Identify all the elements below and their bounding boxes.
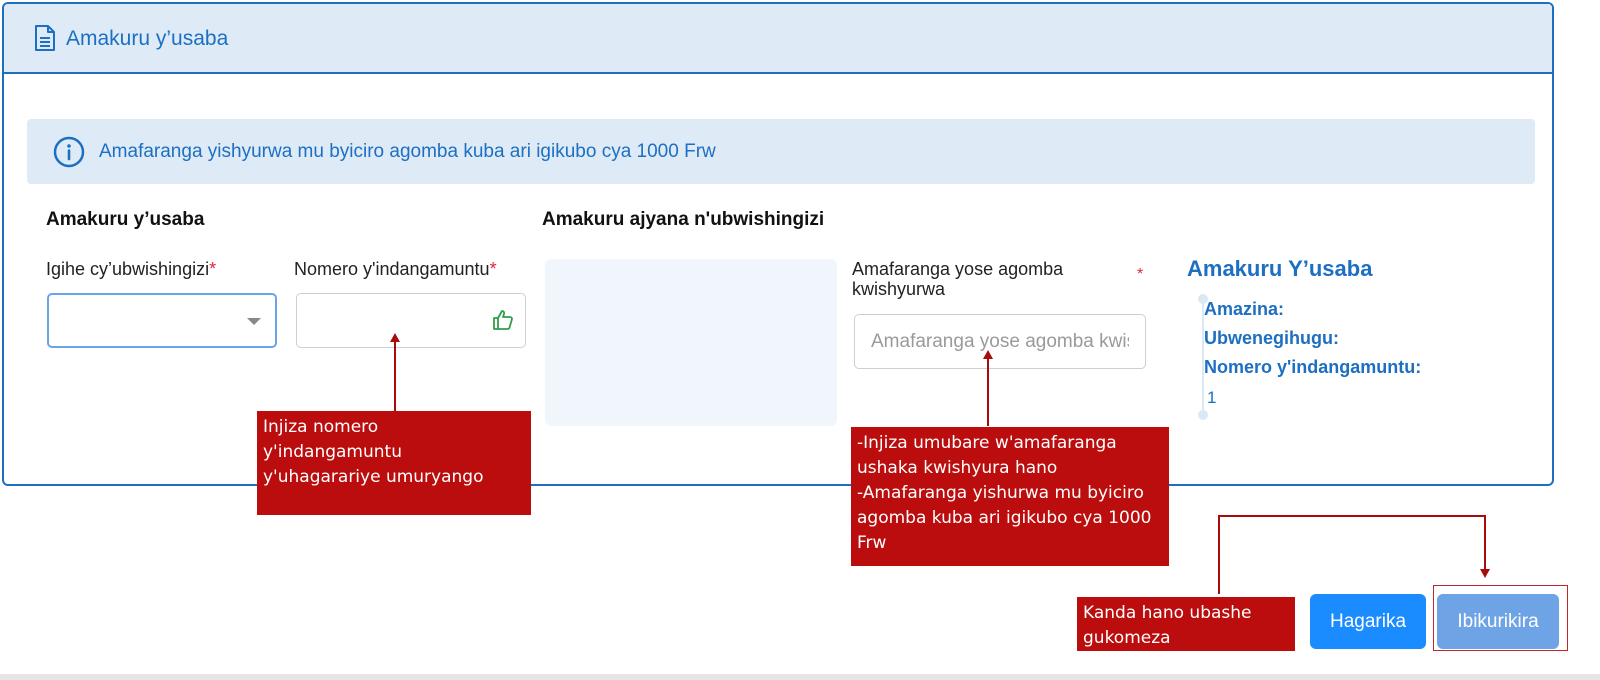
insurance-period-select[interactable] xyxy=(47,293,277,348)
required-marker: * xyxy=(209,259,217,279)
annotation-connector xyxy=(1218,515,1486,517)
info-alert: Amafaranga yishyurwa mu byiciro agomba k… xyxy=(27,119,1535,184)
amount-label: Amafaranga yose agomba kwishyurwa xyxy=(852,259,1064,299)
summary-names-label: Amazina: xyxy=(1204,299,1285,319)
card-header: Amakuru y’usaba xyxy=(4,4,1552,74)
arrow-up-icon xyxy=(390,333,400,342)
summary-nationality-label: Ubwenegihugu: xyxy=(1204,328,1339,348)
card-title: Amakuru y’usaba xyxy=(66,27,229,50)
annotation-connector xyxy=(1218,515,1220,594)
required-marker: * xyxy=(1137,266,1144,283)
timeline-dot xyxy=(1198,410,1208,420)
info-icon xyxy=(53,136,85,168)
next-button[interactable]: Ibikurikira xyxy=(1437,594,1559,649)
cancel-button[interactable]: Hagarika xyxy=(1310,594,1426,649)
thumbs-up-icon xyxy=(493,310,513,330)
arrow-up-icon xyxy=(983,350,993,359)
applicant-info-card: Amakuru y’usaba Amafaranga yishyurwa mu … xyxy=(2,2,1554,486)
arrow-down-icon xyxy=(1480,569,1490,578)
chevron-down-icon xyxy=(247,318,261,325)
annotation-connector xyxy=(987,358,989,426)
applicant-section-title: Amakuru y’usaba xyxy=(46,209,205,230)
annotation-continue-hint: Kanda hano ubashe gukomeza xyxy=(1077,597,1295,651)
summary-title: Amakuru Y’usaba xyxy=(1187,256,1373,281)
id-number-label: Nomero y'indangamuntu* xyxy=(294,259,497,279)
bottom-strip xyxy=(0,674,1600,680)
info-text: Amafaranga yishyurwa mu byiciro agomba k… xyxy=(99,141,716,162)
id-number-input[interactable] xyxy=(296,293,526,348)
summary-id-value: 1 xyxy=(1207,388,1217,407)
insurance-info-panel xyxy=(545,259,837,426)
annotation-connector xyxy=(1484,515,1486,570)
annotation-connector xyxy=(394,340,396,412)
insurance-section-title: Amakuru ajyana n'ubwishingizi xyxy=(542,209,825,230)
document-icon xyxy=(35,25,55,51)
summary-id-label: Nomero y'indangamuntu: xyxy=(1204,357,1422,377)
annotation-id-hint: Injiza nomero y'indangamuntu y'uhagarari… xyxy=(257,411,531,515)
annotation-amount-hint: -Injiza umubare w'amafaranga ushaka kwis… xyxy=(851,427,1169,566)
period-label: Igihe cy’ubwishingizi* xyxy=(46,259,217,279)
total-amount-input[interactable] xyxy=(854,314,1146,369)
required-marker: * xyxy=(489,259,497,279)
